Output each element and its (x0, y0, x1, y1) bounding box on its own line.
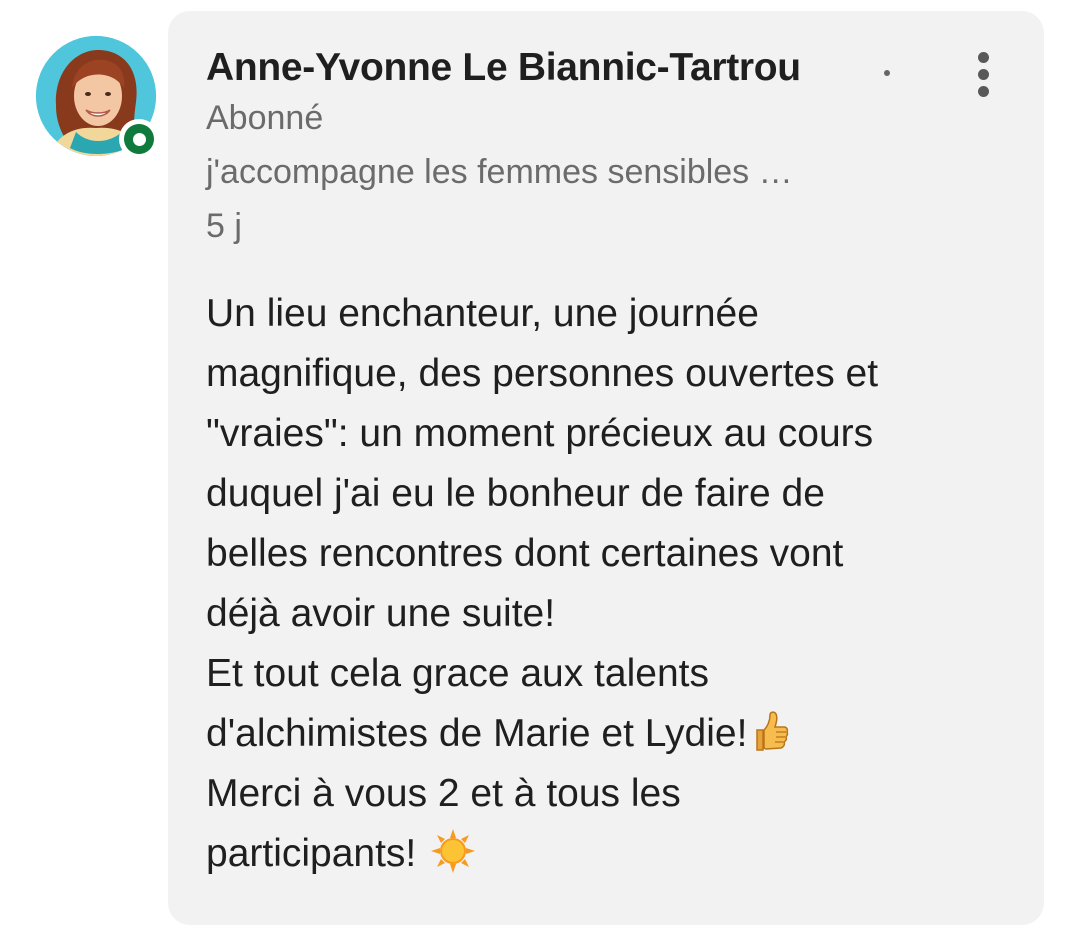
separator-dot-icon (884, 70, 890, 76)
comment-line: déjà avoir une suite! (206, 592, 556, 635)
comment-line: "vraies": un moment précieux au cours (206, 412, 874, 455)
sun-icon (430, 828, 476, 892)
author-headline[interactable]: j'accompagne les femmes sensibles … (206, 153, 793, 192)
comment-line: participants! (206, 832, 417, 875)
comment-line-with-emoji: d'alchimistes de Marie et Lydie! (206, 704, 1026, 764)
more-options-button[interactable] (962, 46, 1006, 98)
comment-line: duquel j'ai eu le bonheur de faire de (206, 472, 825, 515)
comment-line: belles rencontres dont certaines vont (206, 532, 844, 575)
comment-text: Un lieu enchanteur, une journée magnifiq… (206, 284, 1026, 884)
author-name[interactable]: Anne-Yvonne Le Biannic-Tartrou (206, 46, 801, 90)
comment-line-with-emoji: participants! (206, 824, 1026, 884)
comment-line: Merci à vous 2 et à tous les (206, 772, 681, 815)
thumbs-up-icon (751, 710, 789, 772)
author-relation: Abonné (206, 99, 324, 137)
presence-indicator (119, 119, 159, 159)
online-status-icon (124, 124, 154, 154)
comment-line: Un lieu enchanteur, une journée (206, 292, 759, 335)
comment-line: d'alchimistes de Marie et Lydie! (206, 712, 748, 755)
comment-line: Et tout cela grace aux talents (206, 652, 709, 695)
comment-line: magnifique, des personnes ouvertes et (206, 352, 879, 395)
comment-timestamp: 5 j (206, 207, 242, 245)
